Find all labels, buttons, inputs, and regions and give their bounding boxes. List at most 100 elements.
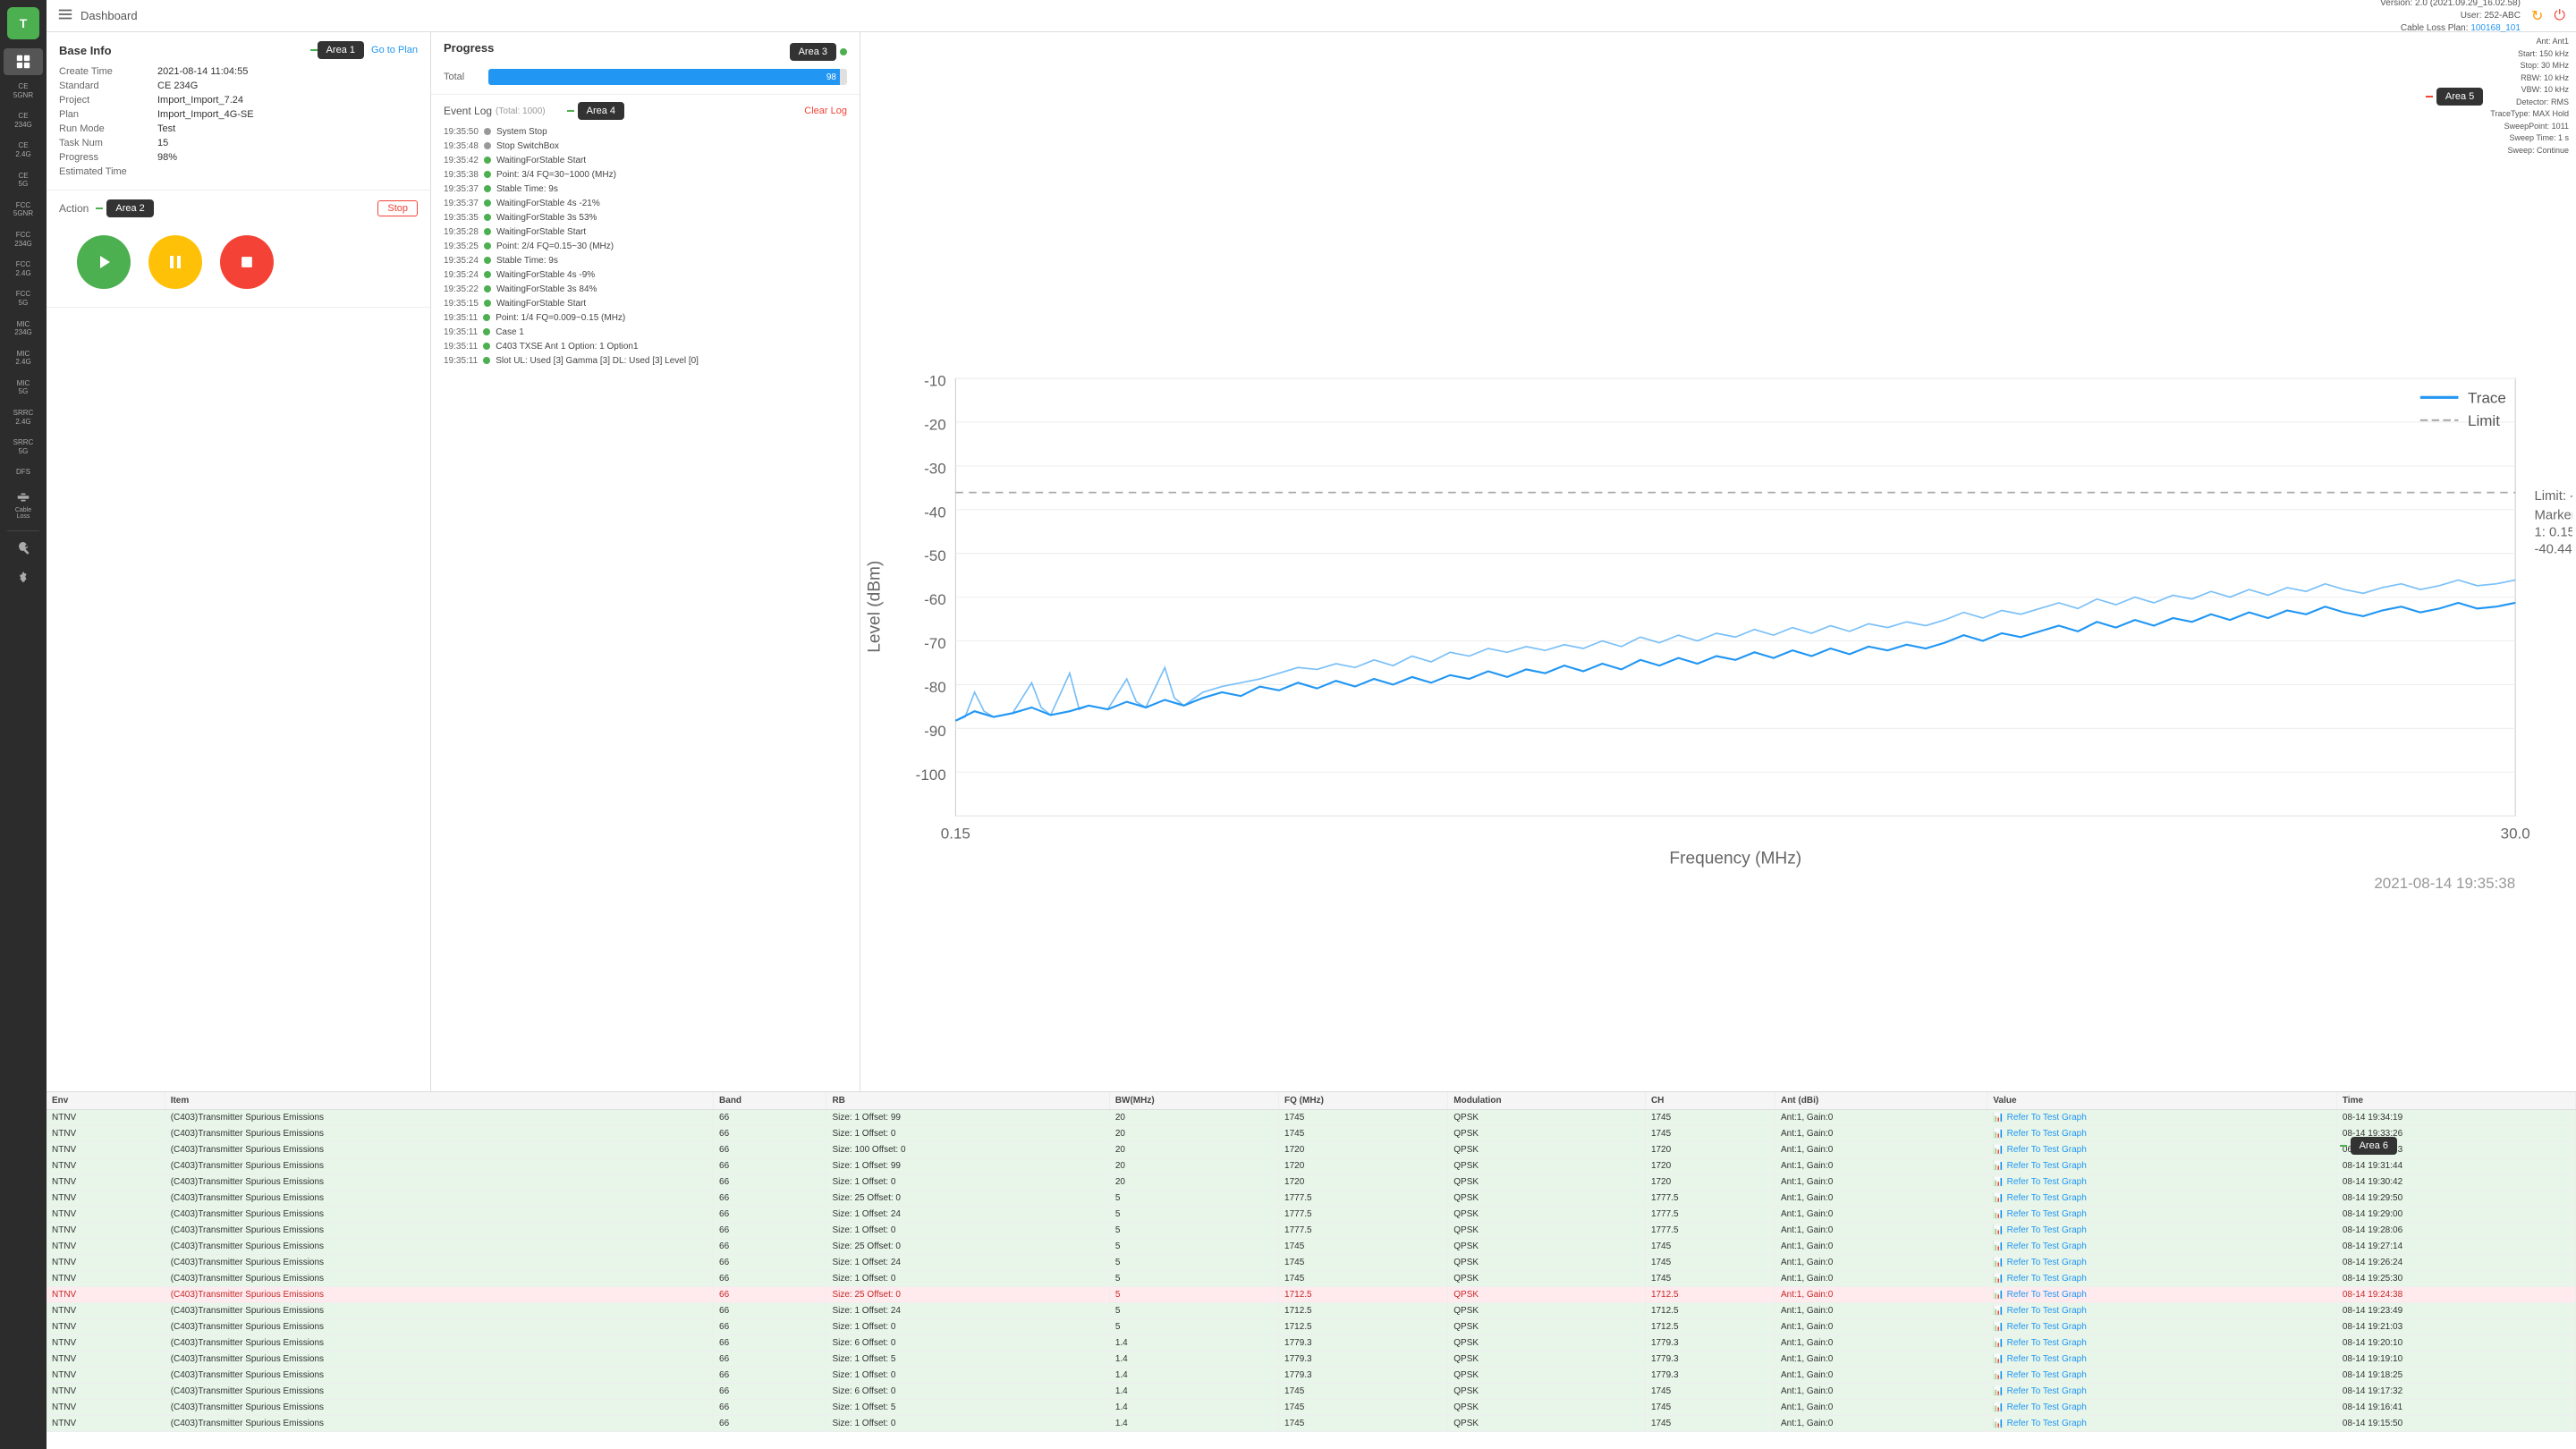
event-log-content: 19:35:50System Stop19:35:48Stop SwitchBo… [444, 125, 847, 1084]
table-cell: (C403)Transmitter Spurious Emissions [165, 1223, 713, 1239]
refer-link[interactable]: Refer To Test Graph [1993, 1113, 2086, 1123]
sidebar-item-fcc-5gnr[interactable]: FCC5GNR [4, 196, 43, 224]
table-cell: 1745 [1645, 1271, 1775, 1287]
sidebar-item-fcc-234g[interactable]: FCC234G [4, 225, 43, 253]
right-column: Area 5 Ant: Ant1 Start: 150 kHz Stop: 30… [860, 32, 2576, 1091]
refer-link[interactable]: Refer To Test Graph [1993, 1129, 2086, 1139]
sidebar-item-fcc-5g[interactable]: FCC5G [4, 284, 43, 312]
sidebar-item-ce-5g[interactable]: CE5G [4, 166, 43, 194]
sidebar-item-dfs[interactable]: DFS [4, 462, 43, 482]
refer-link[interactable]: Refer To Test Graph [1993, 1322, 2086, 1332]
refer-link[interactable]: Refer To Test Graph [1993, 1209, 2086, 1219]
event-log-item: 19:35:11C403 TXSE Ant 1 Option: 1 Option… [444, 340, 847, 354]
table-cell: 1.4 [1109, 1416, 1278, 1432]
sidebar-item-tools[interactable] [4, 537, 43, 564]
table-column-header: Time [2336, 1092, 2575, 1110]
sidebar-item-srrc-5g[interactable]: SRRC5G [4, 433, 43, 461]
sidebar-item-cable-loss[interactable]: CableLoss [4, 484, 43, 525]
refer-link[interactable]: Refer To Test Graph [1993, 1402, 2086, 1412]
play-button[interactable] [77, 235, 131, 289]
table-column-header: Env [47, 1092, 165, 1110]
refer-link[interactable]: Refer To Test Graph [1993, 1177, 2086, 1187]
pause-button[interactable] [148, 235, 202, 289]
table-cell: 5 [1109, 1191, 1278, 1207]
event-log-item: 19:35:37WaitingForStable 4s -21% [444, 197, 847, 211]
sidebar-item-ce-234g[interactable]: CE234G [4, 106, 43, 134]
menu-icon[interactable] [57, 6, 73, 25]
event-log-item: 19:35:50System Stop [444, 125, 847, 140]
power-icon[interactable]: ⏻ [2554, 8, 2565, 24]
event-log-total: (Total: 1000) [496, 106, 546, 116]
clear-log-button[interactable]: Clear Log [804, 106, 847, 116]
area4-badge: Area 4 [578, 102, 624, 120]
table-cell: Size: 1 Offset: 0 [826, 1368, 1109, 1384]
table-cell: 66 [714, 1319, 826, 1335]
table-cell: Refer To Test Graph [1987, 1142, 2336, 1158]
table-cell: (C403)Transmitter Spurious Emissions [165, 1110, 713, 1126]
base-info-row: Create Time2021-08-14 11:04:55 [59, 66, 418, 77]
table-row: NTNV(C403)Transmitter Spurious Emissions… [47, 1142, 2576, 1158]
refer-link[interactable]: Refer To Test Graph [1993, 1161, 2086, 1171]
table-cell: Size: 1 Offset: 5 [826, 1400, 1109, 1416]
table-cell: QPSK [1448, 1255, 1646, 1271]
refer-link[interactable]: Refer To Test Graph [1993, 1306, 2086, 1316]
table-cell: NTNV [47, 1335, 165, 1352]
topbar-left: Dashboard [57, 6, 138, 25]
refer-link[interactable]: Refer To Test Graph [1993, 1258, 2086, 1267]
table-cell: QPSK [1448, 1271, 1646, 1287]
table-cell: 1745 [1645, 1126, 1775, 1142]
table-cell: Refer To Test Graph [1987, 1174, 2336, 1191]
cable-loss-link[interactable]: 100168_101 [2470, 23, 2521, 33]
table-cell: 5 [1109, 1255, 1278, 1271]
table-cell: 5 [1109, 1319, 1278, 1335]
event-log-item: 19:35:42WaitingForStable Start [444, 154, 847, 168]
sidebar-item-dashboard[interactable] [4, 48, 43, 75]
svg-text:Marker: Marker [2534, 508, 2572, 522]
stop-circle-button[interactable] [220, 235, 274, 289]
event-log-item: 19:35:37Stable Time: 9s [444, 182, 847, 197]
sidebar-item-settings[interactable] [4, 565, 43, 592]
stop-button[interactable]: Stop [377, 200, 418, 216]
table-row: NTNV(C403)Transmitter Spurious Emissions… [47, 1207, 2576, 1223]
table-cell: 1779.3 [1645, 1335, 1775, 1352]
refer-link[interactable]: Refer To Test Graph [1993, 1290, 2086, 1300]
area3-badge: Area 3 [790, 43, 836, 61]
table-cell: Refer To Test Graph [1987, 1368, 2336, 1384]
refer-link[interactable]: Refer To Test Graph [1993, 1274, 2086, 1284]
progress-label: Total [444, 72, 479, 82]
sidebar-item-mic-5g[interactable]: MIC5G [4, 374, 43, 402]
progress-bar: 98 [488, 69, 840, 85]
table-cell: 08-14 19:23:49 [2336, 1303, 2575, 1319]
refer-link[interactable]: Refer To Test Graph [1993, 1225, 2086, 1235]
refer-link[interactable]: Refer To Test Graph [1993, 1419, 2086, 1428]
refer-link[interactable]: Refer To Test Graph [1993, 1145, 2086, 1155]
refer-link[interactable]: Refer To Test Graph [1993, 1370, 2086, 1380]
table-cell: 20 [1109, 1158, 1278, 1174]
svg-text:-70: -70 [924, 635, 946, 652]
refer-link[interactable]: Refer To Test Graph [1993, 1338, 2086, 1348]
table-cell: 1745 [1279, 1110, 1448, 1126]
go-to-plan-button[interactable]: Go to Plan [371, 45, 418, 55]
table-cell: QPSK [1448, 1287, 1646, 1303]
progress-section: Progress Area 3 Total 98 [431, 32, 860, 95]
sidebar-item-srrc-24g[interactable]: SRRC2.4G [4, 403, 43, 431]
sidebar-item-fcc-24g[interactable]: FCC2.4G [4, 255, 43, 283]
table-cell: Size: 25 Offset: 0 [826, 1239, 1109, 1255]
refer-link[interactable]: Refer To Test Graph [1993, 1386, 2086, 1396]
sidebar-item-mic-234g[interactable]: MIC234G [4, 315, 43, 343]
refresh-icon[interactable]: ↻ [2531, 7, 2543, 25]
table-row: NTNV(C403)Transmitter Spurious Emissions… [47, 1384, 2576, 1400]
refer-link[interactable]: Refer To Test Graph [1993, 1193, 2086, 1203]
table-cell: 1745 [1279, 1126, 1448, 1142]
table-cell: NTNV [47, 1126, 165, 1142]
refer-link[interactable]: Refer To Test Graph [1993, 1354, 2086, 1364]
table-cell: Size: 1 Offset: 24 [826, 1255, 1109, 1271]
table-cell: 1779.3 [1279, 1352, 1448, 1368]
table-cell: Ant:1, Gain:0 [1775, 1303, 1987, 1319]
progress-bar-container: 98 [488, 69, 847, 85]
sidebar-item-mic-24g[interactable]: MIC2.4G [4, 344, 43, 372]
sidebar-item-ce-5gnr[interactable]: CE5GNR [4, 77, 43, 105]
refer-link[interactable]: Refer To Test Graph [1993, 1241, 2086, 1251]
table-cell: Refer To Test Graph [1987, 1271, 2336, 1287]
sidebar-item-ce-24g[interactable]: CE2.4G [4, 136, 43, 164]
